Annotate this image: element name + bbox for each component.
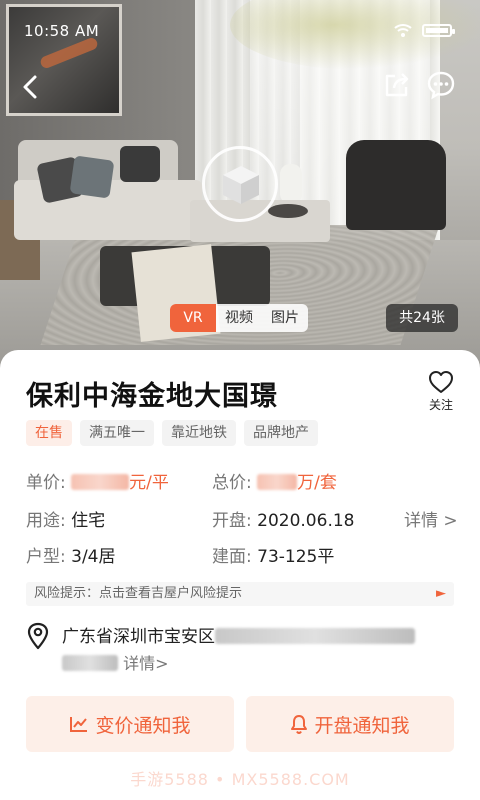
total-price-label: 总价: [212, 473, 252, 493]
details-link[interactable]: 详情 > [404, 506, 458, 531]
opening-row: 开盘: 2020.06.18 [212, 506, 354, 531]
area-row: 建面: 73-125平 [212, 542, 334, 567]
property-title: 保利中海金地大国璟 [26, 381, 278, 412]
tag: 品牌地产 [244, 420, 318, 446]
location-pin-icon [27, 622, 49, 650]
tab-video[interactable]: 视频 [216, 304, 262, 332]
screen: 10:58 AM VR 视频 图片 共24张 保利中海金地大国璟 关注 在售 满… [0, 0, 480, 800]
watermark: 手游5588 • MX5588.COM [130, 770, 350, 789]
bell-icon [291, 715, 308, 734]
tag: 靠近地铁 [162, 420, 236, 446]
tab-vr[interactable]: VR [170, 304, 216, 332]
opening-value: 2020.06.18 [257, 511, 355, 531]
address-redacted [62, 655, 118, 671]
wifi-icon [394, 24, 412, 37]
risk-notice-bar[interactable]: 风险提示：点击查看吉屋户风险提示 ► [26, 582, 454, 606]
opening-alert-button[interactable]: 开盘通知我 [246, 696, 454, 752]
address-line-2: 详情> [62, 650, 169, 674]
usage-value: 住宅 [71, 511, 106, 531]
usage-label: 用途: [26, 511, 66, 531]
unit-price-unit: 元/平 [129, 473, 169, 493]
chat-icon[interactable] [426, 70, 456, 100]
tab-photos[interactable]: 图片 [262, 304, 308, 332]
vr-view-button[interactable] [202, 146, 278, 222]
layout-row: 户型: 3/4居 [26, 542, 116, 567]
layout-label: 户型: [26, 547, 66, 567]
status-time: 10:58 AM [24, 22, 100, 40]
total-price-unit: 万/套 [297, 473, 337, 493]
back-arrow-icon[interactable] [18, 74, 44, 100]
heart-icon [429, 371, 453, 393]
battery-icon [422, 24, 455, 37]
address-redacted [215, 628, 415, 644]
vr-cube-icon [223, 166, 259, 204]
area-label: 建面: [212, 547, 252, 567]
tag-list: 在售 满五唯一 靠近地铁 品牌地产 [26, 420, 318, 446]
follow-label: 关注 [428, 398, 453, 412]
photo-pillow [120, 146, 160, 182]
price-change-alert-label: 变价通知我 [95, 714, 191, 737]
address-prefix: 广东省深圳市宝安区 [62, 627, 215, 647]
tag-on-sale: 在售 [26, 420, 72, 446]
property-info-card: 保利中海金地大国璟 关注 在售 满五唯一 靠近地铁 品牌地产 单价: 元/平 总… [0, 350, 480, 800]
photo-count-badge[interactable]: 共24张 [386, 304, 458, 332]
opening-label: 开盘: [212, 511, 252, 531]
photo-pillow [69, 155, 115, 199]
address-details-link[interactable]: 详情> [123, 654, 168, 673]
unit-price-label: 单价: [26, 473, 66, 493]
photo-vase [280, 164, 302, 204]
tag: 满五唯一 [80, 420, 154, 446]
usage-row: 用途: 住宅 [26, 506, 105, 531]
media-tabs: VR 视频 图片 [170, 304, 308, 332]
address-line: 广东省深圳市宝安区 [62, 622, 415, 647]
unit-price-redacted [71, 474, 130, 490]
share-icon[interactable] [382, 70, 412, 100]
photo-bowl [268, 204, 308, 218]
trend-chart-icon [70, 717, 88, 732]
photo-chair [346, 140, 446, 230]
follow-button[interactable]: 关注 [420, 370, 462, 413]
status-bar: 10:58 AM [0, 0, 480, 60]
layout-value: 3/4居 [71, 547, 116, 567]
total-price-row: 总价: 万/套 [212, 468, 337, 493]
unit-price-row: 单价: 元/平 [26, 468, 169, 493]
area-value: 73-125平 [257, 547, 335, 567]
risk-notice-text: 风险提示：点击查看吉屋户风险提示 [34, 586, 243, 601]
price-change-alert-button[interactable]: 变价通知我 [26, 696, 234, 752]
opening-alert-label: 开盘通知我 [314, 714, 410, 737]
chevron-right-icon: ► [436, 586, 446, 601]
total-price-redacted [257, 474, 298, 490]
